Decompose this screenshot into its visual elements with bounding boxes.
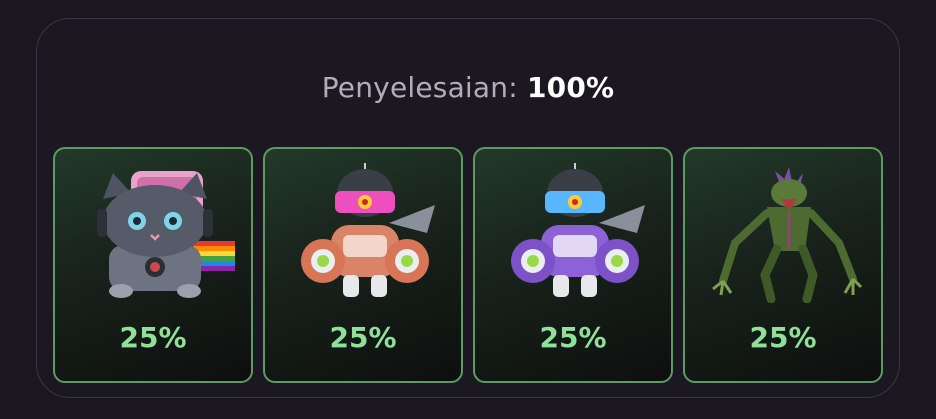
reward-card-1[interactable]: 25% bbox=[53, 147, 253, 383]
purple-mech-robot-icon bbox=[511, 163, 645, 297]
green-alien-creature-icon bbox=[712, 167, 863, 303]
completion-label: Penyelesaian: bbox=[321, 71, 518, 104]
card-percent: 25% bbox=[119, 321, 187, 354]
completion-panel: Penyelesaian: 100% 25% 25% 25% 25% bbox=[36, 18, 900, 398]
reward-card-4[interactable]: 25% bbox=[683, 147, 883, 383]
reward-card-2[interactable]: 25% bbox=[263, 147, 463, 383]
reward-card-3[interactable]: 25% bbox=[473, 147, 673, 383]
completion-title: Penyelesaian: 100% bbox=[37, 71, 899, 104]
completion-value: 100% bbox=[526, 71, 615, 104]
card-percent: 25% bbox=[539, 321, 607, 354]
rainbow-cat-robot-icon bbox=[97, 171, 235, 298]
card-percent: 25% bbox=[749, 321, 817, 354]
card-percent: 25% bbox=[329, 321, 397, 354]
orange-mech-robot-icon bbox=[301, 163, 435, 297]
